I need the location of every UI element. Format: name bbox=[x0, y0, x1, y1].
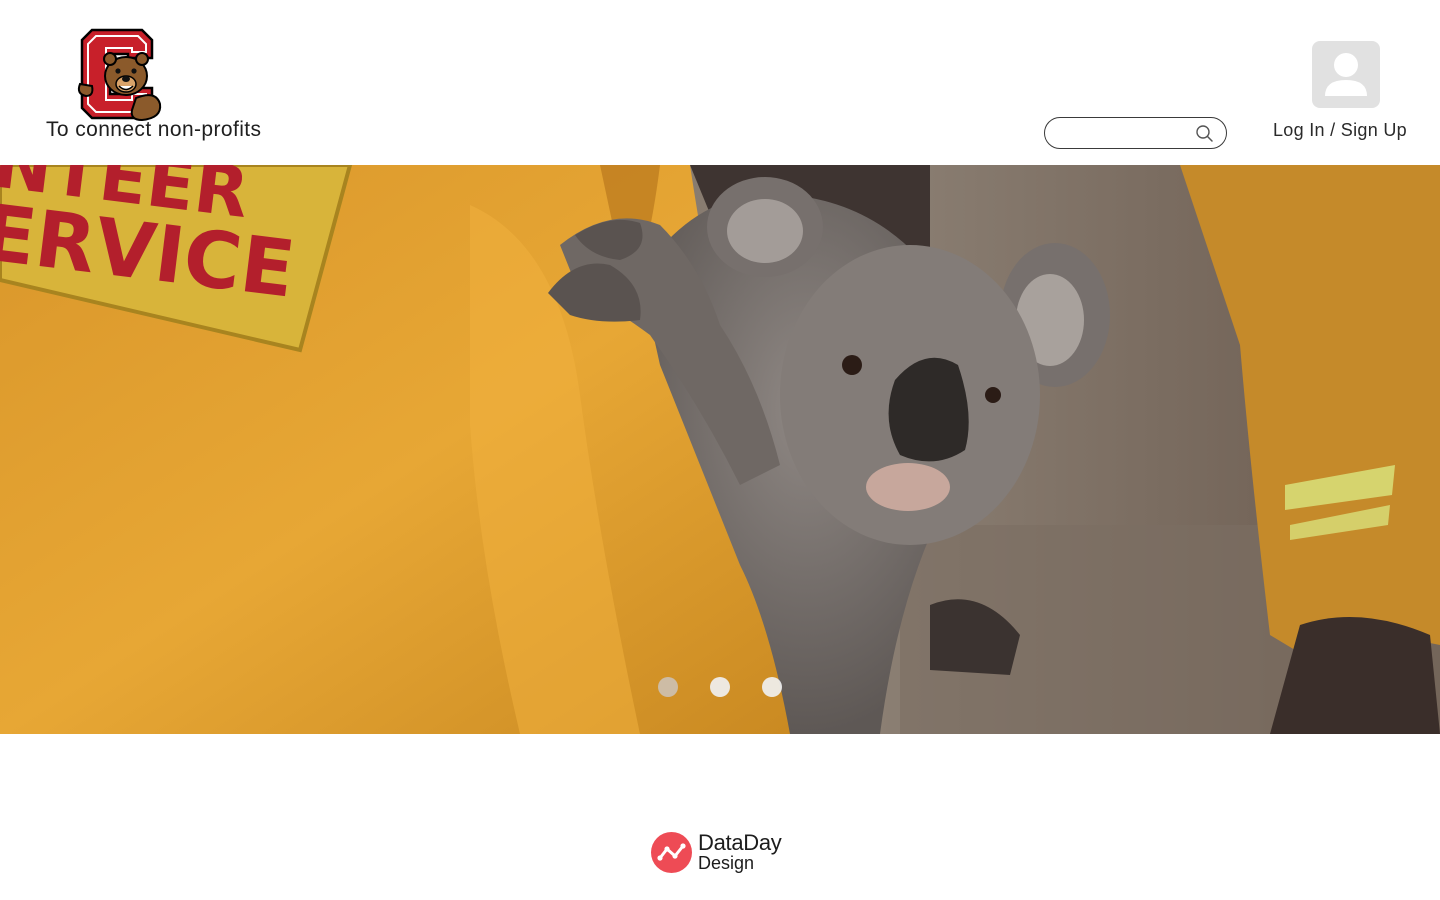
dataday-logo-icon bbox=[651, 832, 692, 873]
search-icon[interactable] bbox=[1195, 124, 1214, 143]
carousel-dot-1[interactable] bbox=[658, 677, 678, 697]
signup-link[interactable]: Sign Up bbox=[1341, 120, 1407, 140]
carousel-dot-2[interactable] bbox=[710, 677, 730, 697]
search-box[interactable] bbox=[1044, 117, 1227, 149]
hero-carousel: NTEER ERVICE bbox=[0, 165, 1440, 734]
site-tagline: To connect non-profits bbox=[46, 118, 262, 141]
auth-separator: / bbox=[1330, 120, 1336, 140]
brand-subname: Design bbox=[698, 853, 755, 873]
site-header: To connect non-profits Log In / Sign Up bbox=[0, 0, 1440, 165]
hero-image: NTEER ERVICE bbox=[0, 165, 1440, 734]
login-link[interactable]: Log In bbox=[1273, 120, 1325, 140]
search-input[interactable] bbox=[1057, 123, 1195, 143]
auth-links: Log In / Sign Up bbox=[1273, 120, 1407, 141]
user-avatar-icon[interactable] bbox=[1312, 41, 1380, 108]
carousel-indicators bbox=[658, 677, 782, 697]
carousel-dot-3[interactable] bbox=[762, 677, 782, 697]
bear-c-logo-icon[interactable] bbox=[76, 28, 166, 122]
footer-brand[interactable]: DataDay Design bbox=[651, 830, 796, 876]
